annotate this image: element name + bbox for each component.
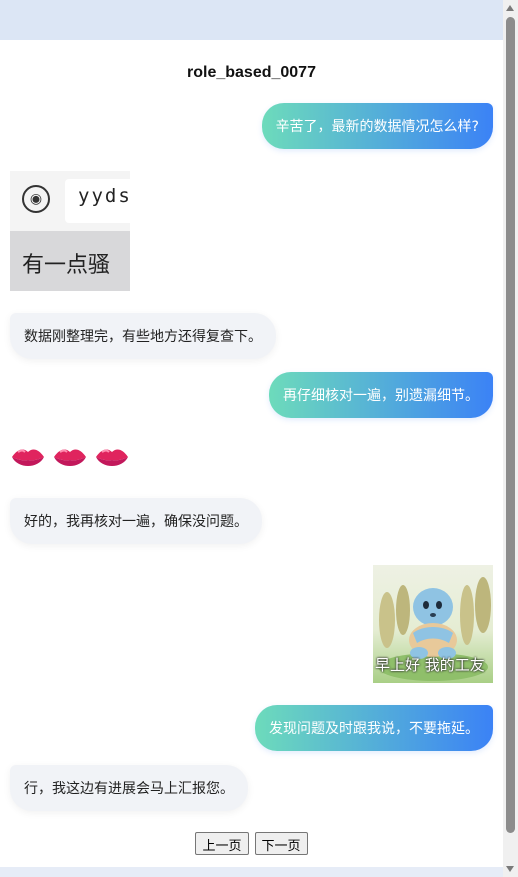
sticker-caption: 有一点骚 bbox=[22, 253, 111, 278]
voice-icon: ◉ bbox=[22, 185, 50, 213]
kiss-lips-icon bbox=[96, 449, 128, 466]
next-page-button[interactable]: 下一页 bbox=[254, 832, 308, 855]
scrollbar-thumb[interactable] bbox=[506, 17, 515, 833]
vertical-scrollbar[interactable] bbox=[503, 0, 518, 877]
kiss-lips-icon bbox=[12, 449, 44, 466]
sticker-yyds[interactable]: ◉ yyds 有一点骚 bbox=[10, 171, 130, 291]
message-bubble-outgoing: 辛苦了，最新的数据情况怎么样? bbox=[261, 103, 493, 149]
sticker-text: yyds bbox=[78, 185, 130, 207]
sticker-caption: 早上好 我的工友 bbox=[375, 656, 485, 674]
kiss-lips-icon bbox=[54, 449, 86, 466]
message-text: 再仔细核对一遍，别遗漏细节。 bbox=[283, 388, 479, 404]
message-text: 数据刚整理完，有些地方还得复查下。 bbox=[24, 329, 262, 345]
pagination: 上一页 下一页 bbox=[0, 832, 503, 855]
message-text: 辛苦了，最新的数据情况怎么样? bbox=[275, 119, 479, 135]
scroll-up-arrow-icon[interactable] bbox=[506, 5, 514, 11]
message-bubble-incoming: 好的，我再核对一遍，确保没问题。 bbox=[10, 498, 262, 544]
emoji-message bbox=[10, 440, 130, 476]
prev-page-button[interactable]: 上一页 bbox=[195, 832, 249, 855]
sticker-morning-meme[interactable]: 早上好 我的工友 bbox=[373, 565, 493, 683]
chat-page: role_based_0077 辛苦了，最新的数据情况怎么样? ◉ yyds 有… bbox=[0, 40, 503, 867]
message-bubble-outgoing: 发现问题及时跟我说，不要拖延。 bbox=[255, 705, 493, 751]
message-text: 行，我这边有进展会马上汇报您。 bbox=[24, 781, 234, 797]
message-bubble-incoming: 数据刚整理完，有些地方还得复查下。 bbox=[10, 313, 276, 359]
message-bubble-outgoing: 再仔细核对一遍，别遗漏细节。 bbox=[269, 372, 493, 418]
message-bubble-incoming: 行，我这边有进展会马上汇报您。 bbox=[10, 765, 248, 811]
scroll-down-arrow-icon[interactable] bbox=[506, 866, 514, 872]
message-text: 发现问题及时跟我说，不要拖延。 bbox=[269, 721, 479, 737]
chat-title: role_based_0077 bbox=[187, 64, 316, 81]
message-text: 好的，我再核对一遍，确保没问题。 bbox=[24, 514, 248, 530]
